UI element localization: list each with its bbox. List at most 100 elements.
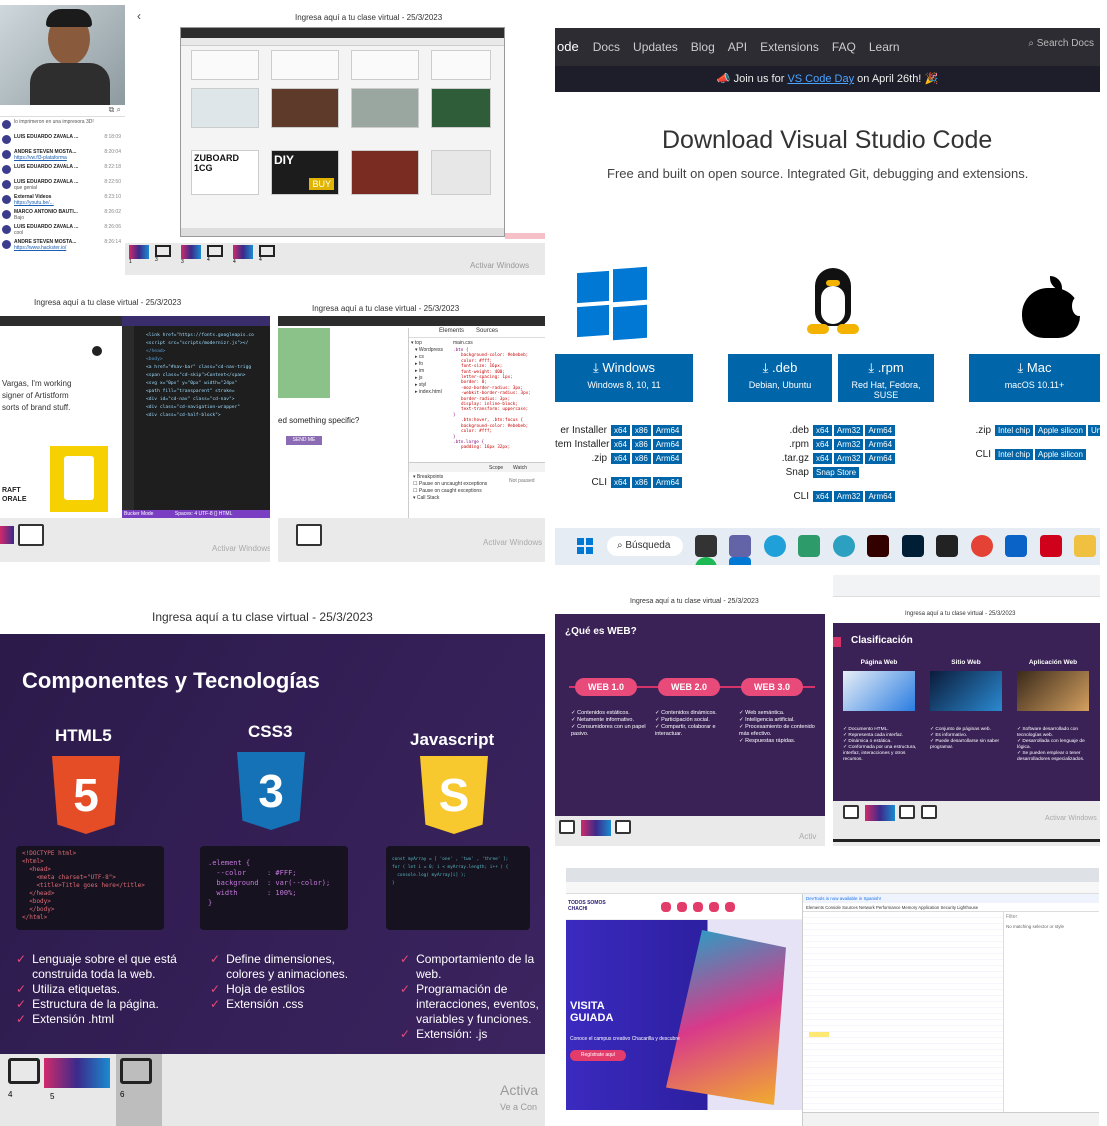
color-thumbnail[interactable] [0, 526, 14, 544]
product-card[interactable] [431, 50, 491, 80]
product-image[interactable] [191, 88, 259, 128]
variant-chip-un[interactable]: Un [1087, 425, 1100, 436]
variant-chip-arm32[interactable]: Arm32 [833, 491, 864, 502]
variant-chip-arm64[interactable]: Arm64 [652, 477, 683, 488]
screen-thumbnail[interactable]: 1 [129, 245, 151, 273]
nav-icon[interactable] [725, 901, 735, 912]
chat-text[interactable]: https://vw.fl3-plataforma [14, 155, 123, 161]
nav-icon[interactable] [693, 901, 703, 912]
screen-thumbnail[interactable]: 4 [207, 245, 229, 273]
variant-chip-intel-chip[interactable]: Intel chip [995, 449, 1034, 460]
tree-item[interactable]: ▸ im [409, 368, 451, 375]
taskbar-search[interactable]: ⌕ Búsqueda [607, 536, 683, 556]
sticky-notes-icon[interactable] [936, 535, 959, 557]
screen-thumbnail[interactable] [296, 524, 322, 546]
nav-icon[interactable] [677, 901, 687, 912]
screen-thumbnail[interactable]: 4 [233, 245, 255, 273]
variant-chip-x64[interactable]: x64 [611, 453, 630, 464]
css-file-tab[interactable]: main.css [453, 340, 473, 346]
watch-tab[interactable]: Watch [513, 465, 527, 471]
nav-link-updates[interactable]: Updates [633, 40, 678, 54]
breakpoint-item[interactable]: ▾ Call Stack [413, 495, 487, 502]
rpm-download-button[interactable]: ⤓ .rpm Red Hat, Fedora, SUSE [838, 354, 934, 402]
scope-tab[interactable]: Scope [489, 465, 503, 471]
nav-link-learn[interactable]: Learn [869, 40, 900, 54]
variant-chip-x86[interactable]: x86 [631, 453, 651, 464]
screen-thumbnail[interactable] [843, 805, 859, 819]
tree-item[interactable]: ▸ cs [409, 354, 451, 361]
screen-thumbnail[interactable] [18, 524, 44, 546]
back-arrow-icon[interactable]: ‹ [137, 9, 141, 23]
devtools-tab-elements[interactable]: Elements [439, 328, 464, 334]
screen-thumbnail-selected[interactable]: 6 [116, 1054, 162, 1126]
nav-link-blog[interactable]: Blog [691, 40, 715, 54]
product-image[interactable] [271, 88, 339, 128]
variant-chip-apple-silicon[interactable]: Apple silicon [1035, 425, 1086, 436]
variant-chip-apple-silicon[interactable]: Apple silicon [1035, 449, 1086, 460]
nav-icon[interactable] [709, 901, 719, 912]
variant-chip-snap-store[interactable]: Snap Store [813, 467, 860, 478]
edge-icon[interactable] [763, 535, 786, 557]
tree-item[interactable]: ▸ index.html [409, 389, 451, 396]
screen-thumbnail[interactable]: 3 [155, 245, 177, 273]
styles-filter[interactable]: Filter [1004, 912, 1099, 922]
variant-chip-intel-chip[interactable]: Intel chip [995, 425, 1034, 436]
chat-text[interactable]: https://youtu.be/... [14, 200, 123, 206]
product-card[interactable] [271, 50, 339, 80]
app-icon[interactable] [798, 535, 821, 557]
screen-thumbnail[interactable] [615, 820, 631, 834]
chat-text[interactable]: https://www.hackster.io/ [14, 245, 123, 251]
tree-item[interactable]: ▸ fo [409, 361, 451, 368]
product-image[interactable] [351, 150, 419, 195]
illustrator-icon[interactable] [867, 535, 890, 557]
nav-link-docs[interactable]: Docs [593, 40, 620, 54]
browser-address-bar[interactable] [566, 882, 1099, 894]
copy-icon[interactable]: ⧉ [109, 105, 115, 114]
screen-thumbnail[interactable]: 3 [181, 245, 203, 273]
screen-thumbnail[interactable] [899, 805, 915, 819]
mail-icon[interactable] [1005, 535, 1028, 557]
breakpoint-item[interactable]: ☐ Pause on uncaught exceptions [413, 481, 487, 488]
windows-download-button[interactable]: ⤓ Windows Windows 8, 10, 11 [555, 354, 693, 402]
screen-thumbnail[interactable]: 4 [259, 245, 281, 273]
site-logo[interactable]: TODOS SOMOS CHACHI [568, 900, 608, 912]
chrome-icon[interactable] [970, 535, 993, 557]
tree-item[interactable]: ▾ top [409, 340, 451, 347]
teams-icon[interactable] [729, 535, 752, 557]
screen-thumbnail[interactable]: 4 [8, 1058, 48, 1118]
tree-item[interactable]: ▸ js [409, 375, 451, 382]
product-image[interactable] [431, 150, 491, 195]
acrobat-icon[interactable] [1039, 535, 1062, 557]
variant-chip-arm64[interactable]: Arm64 [865, 491, 896, 502]
variant-chip-x64[interactable]: x64 [611, 477, 630, 488]
devtools-tab-sources[interactable]: Sources [476, 328, 498, 334]
nav-icon[interactable] [661, 901, 671, 912]
nav-link-api[interactable]: API [728, 40, 747, 54]
deb-download-button[interactable]: ⤓ .deb Debian, Ubuntu [728, 354, 832, 402]
highlighted-node[interactable] [809, 1032, 829, 1037]
product-card[interactable] [351, 50, 419, 80]
product-image[interactable] [351, 88, 419, 128]
search-icon[interactable]: ⌕ [117, 105, 121, 114]
product-image[interactable] [431, 88, 491, 128]
tree-item[interactable]: ▾ Wordpress [409, 347, 451, 354]
send-button[interactable]: SEND ME [286, 436, 322, 445]
spotify-icon[interactable] [695, 557, 717, 565]
breakpoint-item[interactable]: ▾ Breakpoints [413, 474, 487, 481]
vscode-day-link[interactable]: VS Code Day [787, 73, 854, 85]
register-button[interactable]: Regístrate aquí [570, 1050, 626, 1061]
breakpoint-item[interactable]: ☐ Pause on caught exceptions [413, 488, 487, 495]
variant-chip-x86[interactable]: x86 [631, 477, 651, 488]
tree-item[interactable]: ▸ styl [409, 382, 451, 389]
vscode-icon[interactable] [729, 557, 752, 565]
product-image[interactable]: ZUBOARD 1CG [191, 150, 259, 195]
variant-chip-arm64[interactable]: Arm64 [652, 453, 683, 464]
address-bar[interactable] [181, 38, 504, 46]
search-docs[interactable]: ⌕ Search Docs [1028, 38, 1094, 49]
variant-chip-arm64[interactable]: Arm64 [865, 453, 896, 464]
slide-thumbnail[interactable] [581, 820, 611, 836]
task-view-icon[interactable] [695, 535, 717, 557]
screen-thumbnail[interactable] [921, 805, 937, 819]
folder-icon[interactable] [1073, 535, 1096, 557]
product-card[interactable] [191, 50, 259, 80]
